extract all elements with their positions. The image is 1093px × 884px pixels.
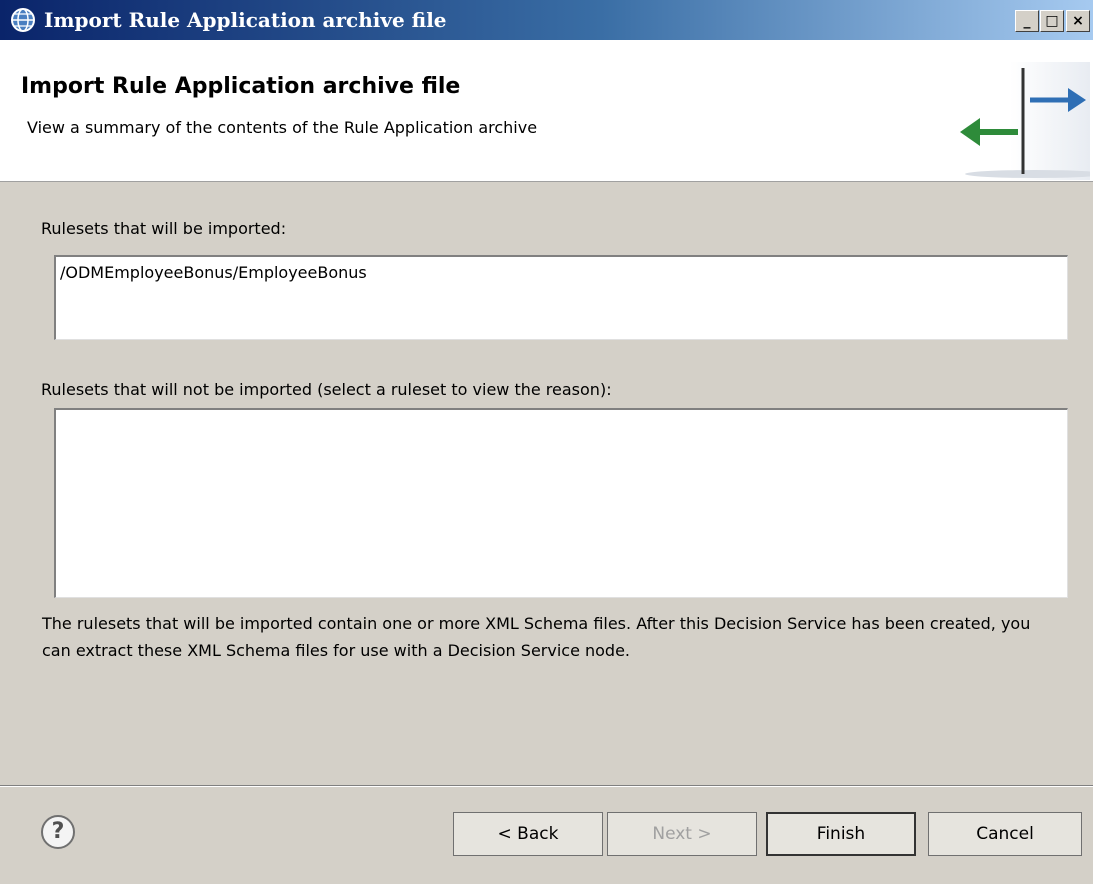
xml-schema-note: The rulesets that will be imported conta… [42, 614, 1031, 660]
cancel-button[interactable]: Cancel [928, 812, 1082, 856]
globe-icon [11, 8, 35, 32]
finish-button[interactable]: Finish [766, 812, 916, 856]
imported-rulesets-list[interactable]: /ODMEmployeeBonus/EmployeeBonus [54, 255, 1068, 340]
page-title: Import Rule Application archive file [21, 74, 461, 99]
page-description: View a summary of the contents of the Ru… [27, 118, 538, 137]
next-button[interactable]: Next > [607, 812, 757, 856]
close-button[interactable]: × [1066, 10, 1090, 32]
list-item[interactable]: /ODMEmployeeBonus/EmployeeBonus [56, 257, 1067, 288]
title-bar[interactable]: Import Rule Application archive file _ □… [0, 0, 1093, 40]
maximize-button[interactable]: □ [1040, 10, 1064, 32]
back-button[interactable]: < Back [453, 812, 603, 856]
import-arrows-icon [960, 62, 1090, 180]
import-wizard-window: Import Rule Application archive file _ □… [0, 0, 1093, 884]
not-imported-rulesets-label: Rulesets that will not be imported (sele… [41, 380, 612, 399]
footer-separator [0, 785, 1093, 787]
help-icon[interactable]: ? [41, 815, 75, 849]
not-imported-rulesets-list[interactable] [54, 408, 1068, 598]
imported-rulesets-label: Rulesets that will be imported: [41, 219, 287, 238]
wizard-header: Import Rule Application archive file Vie… [0, 40, 1093, 182]
minimize-button[interactable]: _ [1015, 10, 1039, 32]
window-title: Import Rule Application archive file [44, 8, 447, 32]
